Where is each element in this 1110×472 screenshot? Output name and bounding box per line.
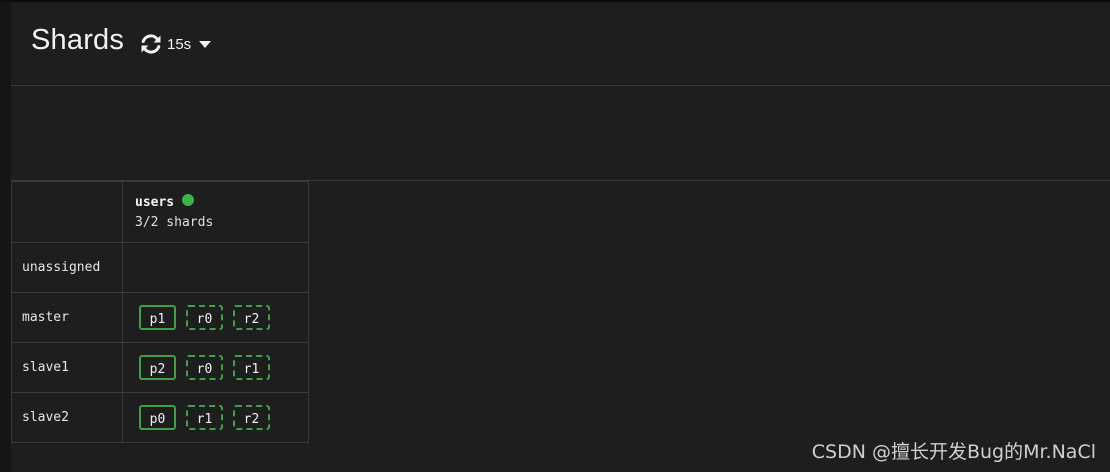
- replica-shard[interactable]: r1: [233, 355, 270, 380]
- shards-panel: Shards 15s users 3/2 shards unassigned m…: [11, 2, 1110, 472]
- index-shard-count: 3/2 shards: [135, 214, 214, 230]
- page-title: Shards: [31, 24, 125, 56]
- primary-shard[interactable]: p2: [139, 355, 176, 380]
- node-name: slave2: [11, 392, 123, 443]
- replica-shard[interactable]: r0: [186, 355, 223, 380]
- replica-shard[interactable]: r0: [186, 305, 223, 330]
- refresh-interval-dropdown[interactable]: 15s: [138, 32, 212, 56]
- chevron-down-icon: [199, 40, 212, 48]
- replica-shard[interactable]: r2: [233, 405, 270, 430]
- node-name: master: [11, 292, 123, 343]
- node-name: unassigned: [11, 242, 123, 293]
- replica-shard[interactable]: r2: [233, 305, 270, 330]
- index-name: users: [135, 194, 175, 210]
- shard-cell: [122, 242, 309, 293]
- node-row: slave1 p2 r0 r1: [11, 342, 309, 393]
- watermark: CSDN @擅长开发Bug的Mr.NaCl: [811, 441, 1096, 463]
- shard-cell: p2 r0 r1: [122, 342, 309, 393]
- node-name: slave1: [11, 342, 123, 393]
- shard-cell: p0 r1 r2: [122, 392, 309, 443]
- corner-cell: [11, 181, 123, 243]
- index-header[interactable]: users 3/2 shards: [122, 181, 309, 243]
- node-row: master p1 r0 r2: [11, 292, 309, 343]
- refresh-interval-value: 15s: [167, 35, 192, 53]
- refresh-icon: [138, 32, 164, 56]
- node-row: slave2 p0 r1 r2: [11, 392, 309, 443]
- primary-shard[interactable]: p1: [139, 305, 176, 330]
- shards-grid: users 3/2 shards unassigned master p1 r0 r2 s…: [11, 181, 309, 443]
- index-status-dot: [182, 194, 195, 206]
- node-row: unassigned: [11, 242, 309, 293]
- shard-cell: p1 r0 r2: [122, 292, 309, 343]
- panel-header: Shards 15s: [11, 2, 1110, 86]
- index-header-row: users 3/2 shards: [11, 181, 309, 243]
- primary-shard[interactable]: p0: [139, 405, 176, 430]
- replica-shard[interactable]: r1: [186, 405, 223, 430]
